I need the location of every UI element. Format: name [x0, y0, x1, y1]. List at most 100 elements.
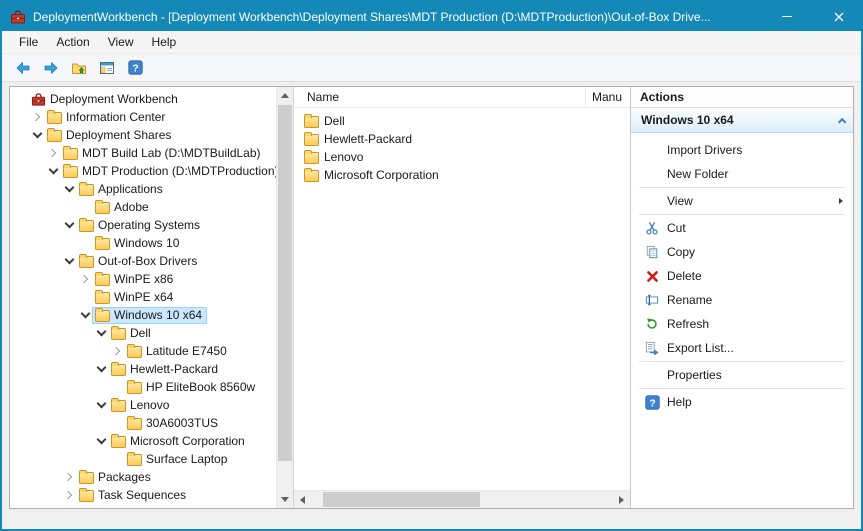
chevron-down-icon[interactable]	[62, 252, 76, 270]
chevron-right-icon[interactable]	[78, 270, 92, 288]
copy-icon	[644, 244, 660, 260]
tree-item-content: Dell	[108, 325, 156, 342]
tree-item-label: Deployment Shares	[66, 128, 171, 142]
tree-item-winpe-x64[interactable]: WinPE x64	[10, 288, 276, 306]
chevron-down-icon[interactable]	[94, 324, 108, 342]
tree-item-task-sequences[interactable]: Task Sequences	[10, 486, 276, 504]
scroll-right-button[interactable]	[613, 491, 630, 508]
chevron-down-icon[interactable]	[30, 126, 44, 144]
scrollbar-thumb[interactable]	[278, 105, 292, 461]
scrollbar-track[interactable]	[311, 491, 613, 508]
action-refresh[interactable]: Refresh	[631, 312, 853, 336]
menu-item-action[interactable]: Action	[47, 31, 98, 53]
chevron-down-icon[interactable]	[94, 360, 108, 378]
chevron-down-icon[interactable]	[62, 180, 76, 198]
folder-icon	[127, 346, 142, 358]
cut-icon	[644, 220, 660, 236]
list-item-dell[interactable]: Dell	[294, 112, 630, 130]
folder-icon	[95, 274, 110, 286]
tree-item-adobe[interactable]: Adobe	[10, 198, 276, 216]
chevron-right-icon[interactable]	[30, 108, 44, 126]
scroll-down-button[interactable]	[277, 491, 293, 508]
minimize-button[interactable]	[764, 2, 809, 31]
scroll-up-button[interactable]	[277, 87, 293, 104]
tree-item-content: Hewlett-Packard	[108, 361, 223, 378]
forward-button[interactable]	[38, 56, 64, 80]
tree-item-microsoft-corporation[interactable]: Microsoft Corporation	[10, 432, 276, 450]
tree-vertical-scrollbar[interactable]	[276, 87, 293, 508]
folder-icon	[111, 436, 126, 448]
action-cut[interactable]: Cut	[631, 216, 853, 240]
scroll-left-button[interactable]	[294, 491, 311, 508]
tree-item-hewlett-packard[interactable]: Hewlett-Packard	[10, 360, 276, 378]
folder-icon	[304, 170, 319, 182]
menu-item-view[interactable]: View	[99, 31, 143, 53]
chevron-down-icon[interactable]	[78, 306, 92, 324]
action-rename[interactable]: Rename	[631, 288, 853, 312]
action-new-folder[interactable]: New Folder	[631, 162, 853, 186]
tree-item-content: Operating Systems	[76, 217, 205, 234]
close-button[interactable]	[816, 2, 861, 31]
action-import-drivers[interactable]: Import Drivers	[631, 138, 853, 162]
tree-item-content: Latitude E7450	[124, 343, 232, 360]
help-button[interactable]: ?	[122, 56, 148, 80]
action-delete[interactable]: Delete	[631, 264, 853, 288]
chevron-right-icon[interactable]	[46, 144, 60, 162]
scrollbar-thumb[interactable]	[323, 492, 480, 507]
tree-item-deployment-workbench[interactable]: Deployment Workbench	[10, 90, 276, 108]
tree-item-content: Deployment Shares	[44, 127, 176, 144]
list-horizontal-scrollbar[interactable]	[294, 490, 630, 508]
folder-icon	[127, 418, 142, 430]
action-help[interactable]: ?Help	[631, 390, 853, 414]
list-item-microsoft-corporation[interactable]: Microsoft Corporation	[294, 166, 630, 184]
list-item-hewlett-packard[interactable]: Hewlett-Packard	[294, 130, 630, 148]
tree-item-operating-systems[interactable]: Operating Systems	[10, 216, 276, 234]
tree-item-winpe-x86[interactable]: WinPE x86	[10, 270, 276, 288]
scrollbar-track[interactable]	[277, 104, 293, 491]
tree-item-30a6003tus[interactable]: 30A6003TUS	[10, 414, 276, 432]
action-icon-spacer	[644, 166, 660, 182]
menu-item-file[interactable]: File	[10, 31, 47, 53]
chevron-down-icon[interactable]	[94, 396, 108, 414]
tree-item-surface-laptop[interactable]: Surface Laptop	[10, 450, 276, 468]
chevron-down-icon[interactable]	[94, 432, 108, 450]
up-one-level-button[interactable]	[66, 56, 92, 80]
tree-item-dell[interactable]: Dell	[10, 324, 276, 342]
action-properties[interactable]: Properties	[631, 363, 853, 387]
tree-item-deployment-shares[interactable]: Deployment Shares	[10, 126, 276, 144]
tree-item-label: Applications	[98, 182, 163, 196]
tree-item-latitude-e7450[interactable]: Latitude E7450	[10, 342, 276, 360]
actions-group-header[interactable]: Windows 10 x64	[631, 108, 853, 133]
chevron-right-icon[interactable]	[62, 486, 76, 504]
show-console-tree-button[interactable]	[94, 56, 120, 80]
menu-item-help[interactable]: Help	[143, 31, 186, 53]
tree-item-content: Out-of-Box Drivers	[76, 253, 202, 270]
tree-item-label: Adobe	[114, 200, 149, 214]
tree-item-mdt-build-lab-d-mdtbuildlab[interactable]: MDT Build Lab (D:\MDTBuildLab)	[10, 144, 276, 162]
chevron-right-icon[interactable]	[110, 342, 124, 360]
tree-item-lenovo[interactable]: Lenovo	[10, 396, 276, 414]
tree-item-windows-10-x64[interactable]: Windows 10 x64	[10, 306, 276, 324]
tree-item-information-center[interactable]: Information Center	[10, 108, 276, 126]
forward-icon	[43, 60, 59, 76]
tree-item-hp-elitebook-8560w[interactable]: HP EliteBook 8560w	[10, 378, 276, 396]
tree-item-mdt-production-d-mdtproduction[interactable]: MDT Production (D:\MDTProduction)	[10, 162, 276, 180]
column-header-manu[interactable]: Manu	[586, 87, 630, 107]
action-copy[interactable]: Copy	[631, 240, 853, 264]
column-header-name[interactable]: Name	[294, 87, 586, 107]
tree-item-label: WinPE x86	[114, 272, 173, 286]
action-export-list[interactable]: Export List...	[631, 336, 853, 360]
chevron-down-icon[interactable]	[62, 216, 76, 234]
action-item-label: Import Drivers	[667, 143, 742, 157]
folder-icon	[304, 134, 319, 146]
tree-item-label: MDT Build Lab (D:\MDTBuildLab)	[82, 146, 261, 160]
tree-item-windows-10[interactable]: Windows 10	[10, 234, 276, 252]
action-view[interactable]: View	[631, 189, 853, 213]
chevron-right-icon[interactable]	[62, 468, 76, 486]
back-button[interactable]	[10, 56, 36, 80]
chevron-down-icon[interactable]	[46, 162, 60, 180]
tree-item-applications[interactable]: Applications	[10, 180, 276, 198]
tree-item-out-of-box-drivers[interactable]: Out-of-Box Drivers	[10, 252, 276, 270]
tree-item-packages[interactable]: Packages	[10, 468, 276, 486]
list-item-lenovo[interactable]: Lenovo	[294, 148, 630, 166]
